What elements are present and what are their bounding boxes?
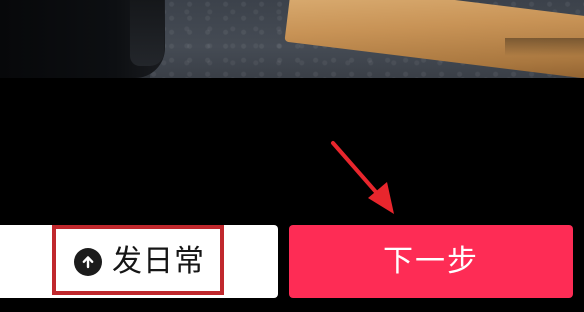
post-daily-label: 发日常 [112, 244, 205, 279]
next-step-button[interactable]: 下一步 [289, 225, 573, 298]
preview-sleeve [130, 0, 164, 66]
upload-arrow-icon [74, 248, 102, 276]
media-preview [0, 0, 584, 78]
next-step-label: 下一步 [383, 243, 479, 279]
post-daily-content: 发日常 [74, 245, 205, 279]
post-daily-button[interactable]: 发日常 [0, 225, 278, 298]
editor-screen: 发日常 下一步 [0, 0, 584, 312]
preview-shadow [505, 38, 584, 56]
